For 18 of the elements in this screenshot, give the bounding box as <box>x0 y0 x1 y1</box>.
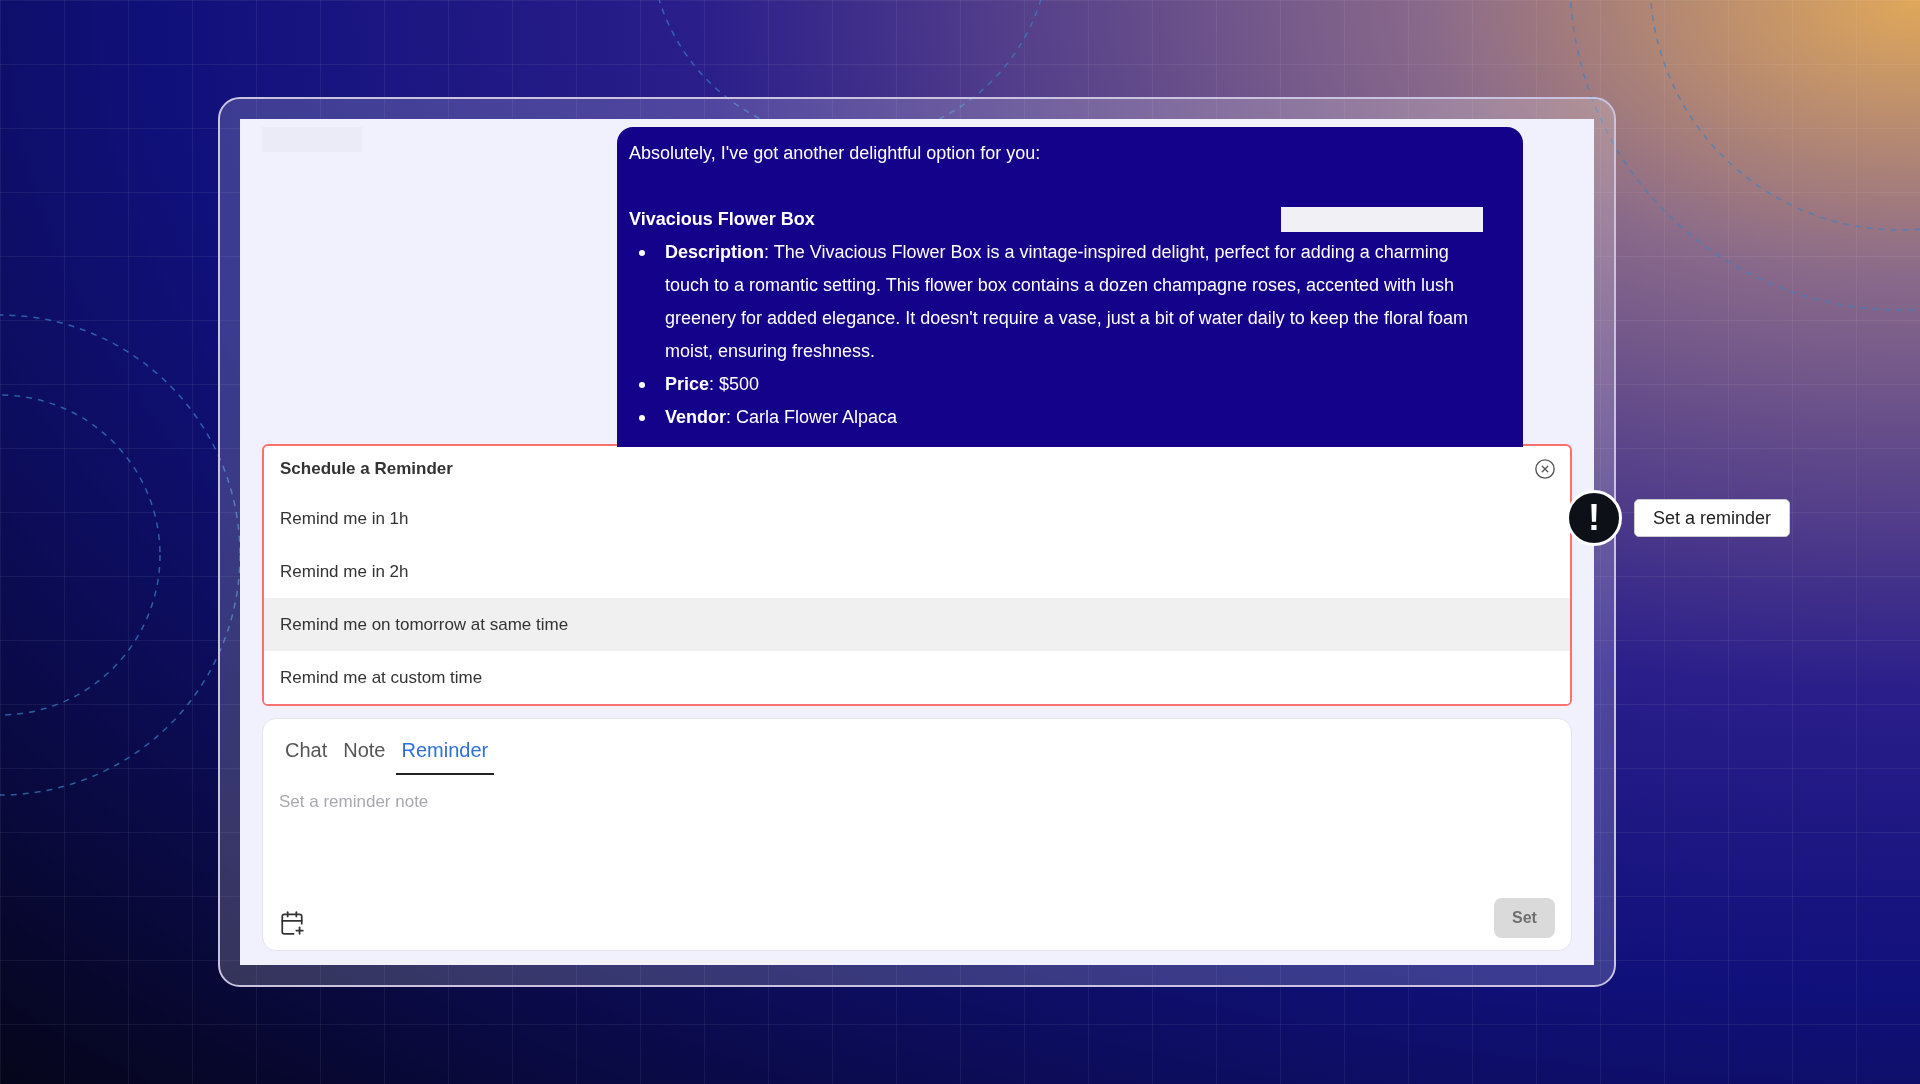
product-name: Vivacious Flower Box <box>629 208 815 231</box>
menu-title: Schedule a Reminder <box>280 458 453 481</box>
reminder-note-field[interactable]: Set a reminder note <box>279 789 1555 815</box>
close-icon[interactable] <box>1534 458 1556 480</box>
calendar-add-icon[interactable] <box>279 910 305 936</box>
menu-option[interactable]: Remind me on tomorrow at same time <box>264 598 1570 651</box>
composer-tab[interactable]: Chat <box>279 735 334 775</box>
callout-label: Set a reminder <box>1634 499 1791 537</box>
bullet-icon <box>639 415 645 421</box>
alert-badge: ! <box>1566 490 1622 546</box>
detail-text: Price: $500 <box>665 373 760 396</box>
bullet-icon <box>639 250 645 256</box>
message-intro: Absolutely, I've got another delightful option for you: <box>629 142 1042 165</box>
detail-text: Description: The Vivacious Flower Box is a vintage-inspired delight, perfect for adding a charming touch to a romantic setting. This flower box contains a dozen champagne roses, accented with lush greenery for added elegance. It doesn't require a vase, just a bit of water daily to keep the floral foam moist, ensuring freshness. <box>665 241 1469 363</box>
detail-text: Vendor: Carla Flower Alpaca <box>665 406 898 429</box>
bullet-icon <box>639 382 645 388</box>
composer-tab[interactable]: Reminder <box>395 735 495 775</box>
composer-tab[interactable]: Note <box>337 735 392 775</box>
